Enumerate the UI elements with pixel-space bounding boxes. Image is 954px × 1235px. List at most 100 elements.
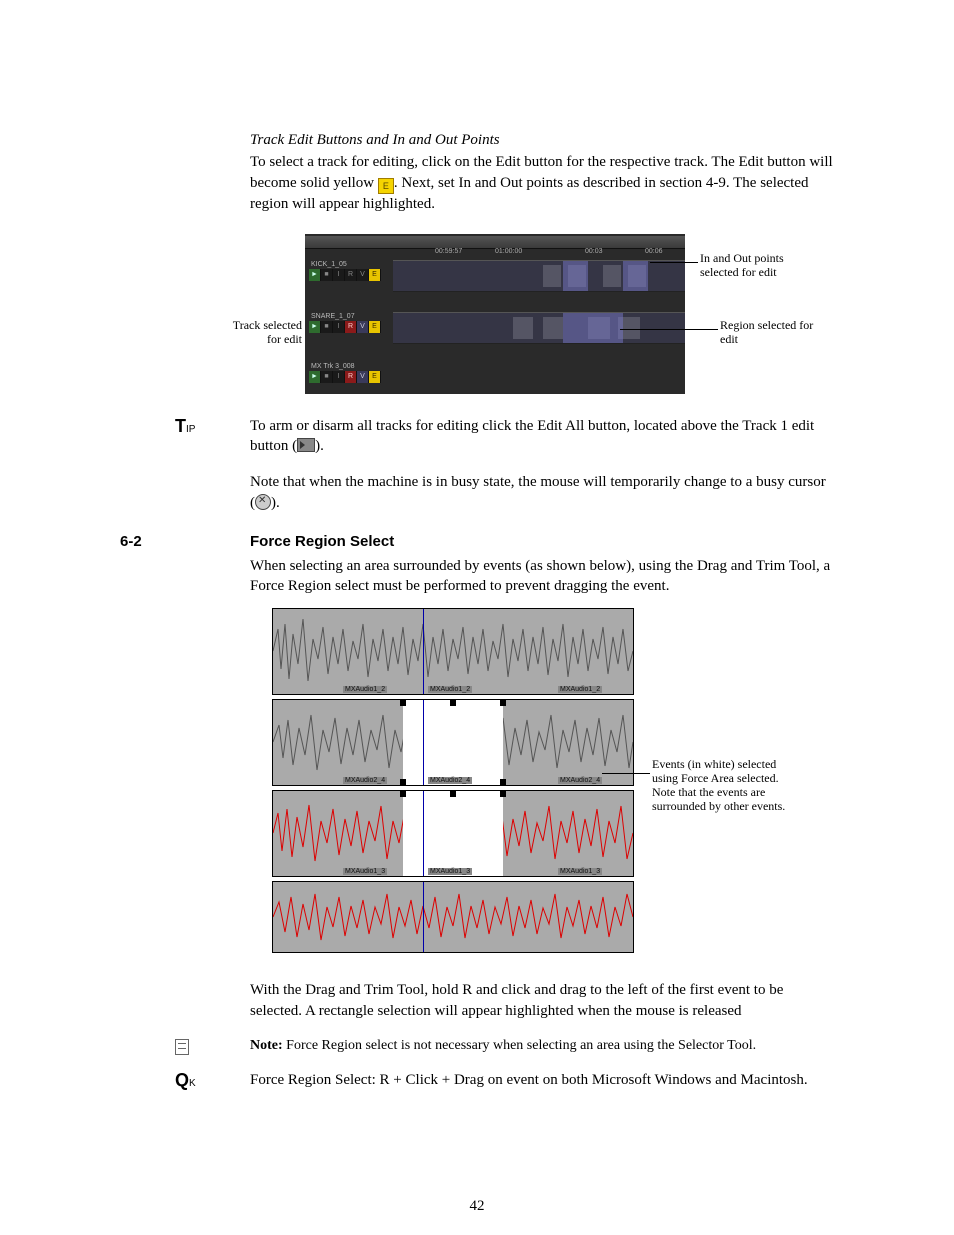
selection-handle[interactable] (400, 791, 406, 797)
selection-handle[interactable] (500, 700, 506, 706)
track-lane (393, 260, 685, 292)
track-controls: KICK_1_05 ► ■ I R V E (309, 260, 389, 280)
tip-marker: TIP (175, 416, 195, 437)
text: To arm or disarm all tracks for editing … (250, 418, 814, 454)
clip-label: MXAudio1_2 (428, 686, 472, 693)
play-icon[interactable]: ► (309, 371, 321, 383)
audio-clip (543, 317, 563, 339)
time-label: 00:06 (645, 248, 663, 255)
content-column: Track Edit Buttons and In and Out Points… (250, 130, 834, 1090)
callout-top-right: In and Out points selected for edit (700, 252, 820, 280)
clip-label: MXAudio2_4 (428, 777, 472, 784)
edit-button[interactable]: E (369, 371, 381, 383)
input-button[interactable]: I (333, 321, 345, 333)
input-button[interactable]: I (333, 371, 345, 383)
in-point-line (423, 791, 424, 876)
selected-region (563, 261, 588, 291)
subheading-track-edit: Track Edit Buttons and In and Out Points (250, 130, 834, 150)
play-icon[interactable]: ► (309, 321, 321, 333)
track-name: MX Trk 3_008 (309, 362, 389, 371)
busy-cursor-icon (255, 494, 271, 510)
time-label: 01:00:00 (495, 248, 522, 255)
track-lane (393, 312, 685, 344)
note-paragraph: Note: Force Region select is not necessa… (250, 1037, 834, 1056)
waveform-track: MXAudio2_4 MXAudio2_4 MXAudio2_4 (272, 699, 634, 786)
selection-handle[interactable] (450, 791, 456, 797)
page: Track Edit Buttons and In and Out Points… (0, 0, 954, 1235)
section-heading-row: 6-2 Force Region Select (250, 533, 834, 550)
selected-event (403, 791, 503, 876)
waveform-track (272, 881, 634, 953)
callout-line (620, 329, 718, 330)
quickkey-block: QK Force Region Select: R + Click + Drag… (250, 1070, 834, 1090)
edit-all-icon (297, 438, 315, 452)
page-number: 42 (0, 1198, 954, 1215)
note-marker (175, 1037, 189, 1058)
selected-region (563, 313, 623, 343)
track-panel: 00:59:57 01:00:00 00:03 00:06 KICK_1_05 … (305, 234, 685, 394)
edit-button[interactable]: E (369, 321, 381, 333)
selection-handle[interactable] (500, 779, 506, 785)
clip-label: MXAudio1_3 (558, 868, 602, 875)
clip-label: MXAudio1_3 (428, 868, 472, 875)
input-button[interactable]: I (333, 269, 345, 281)
stop-icon[interactable]: ■ (321, 321, 333, 333)
paragraph-drag-trim: With the Drag and Trim Tool, hold R and … (250, 980, 834, 1021)
stop-icon[interactable]: ■ (321, 371, 333, 383)
callout-line (650, 262, 698, 263)
selected-region (623, 261, 648, 291)
selection-handle[interactable] (400, 700, 406, 706)
selection-handle[interactable] (400, 779, 406, 785)
figure-force-region: MXAudio1_2 MXAudio1_2 MXAudio1_2 MXAudio… (272, 608, 812, 968)
play-icon[interactable]: ► (309, 269, 321, 281)
tip-block: TIP To arm or disarm all tracks for edit… (250, 416, 834, 457)
selected-event (403, 700, 503, 785)
callout-right: Region selected for edit (720, 319, 830, 347)
track-controls: SNARE_1_07 ► ■ I R V E (309, 312, 389, 332)
view-button[interactable]: V (357, 371, 369, 383)
in-point-line (423, 609, 424, 694)
track-name: SNARE_1_07 (309, 312, 389, 321)
record-button[interactable]: R (345, 269, 357, 281)
stop-icon[interactable]: ■ (321, 269, 333, 281)
waveform-track: MXAudio1_2 MXAudio1_2 MXAudio1_2 (272, 608, 634, 695)
view-button[interactable]: V (357, 269, 369, 281)
waveform-track: MXAudio1_3 MXAudio1_3 MXAudio1_3 (272, 790, 634, 877)
qk-sub: K (189, 1078, 196, 1089)
view-button[interactable]: V (357, 321, 369, 333)
audio-clip (603, 265, 621, 287)
in-point-line (423, 882, 424, 952)
edit-button[interactable]: E (369, 269, 381, 281)
section-number: 6-2 (120, 533, 250, 550)
edit-button-icon: E (378, 178, 394, 194)
selection-handle[interactable] (500, 791, 506, 797)
track-name: KICK_1_05 (309, 260, 389, 269)
callout-left: Track selected for edit (224, 319, 302, 347)
record-button[interactable]: R (345, 321, 357, 333)
note-icon (175, 1039, 189, 1055)
clip-label: MXAudio1_2 (343, 686, 387, 693)
note-text: Force Region select is not necessary whe… (283, 1038, 756, 1053)
text: Note that when the machine is in busy st… (250, 474, 826, 510)
busy-paragraph: Note that when the machine is in busy st… (250, 472, 834, 513)
callout-line (602, 773, 650, 774)
text: ). (315, 438, 324, 454)
selection-handle[interactable] (450, 700, 456, 706)
paragraph-select-track: To select a track for editing, click on … (250, 152, 834, 214)
figure-track-edit: 00:59:57 01:00:00 00:03 00:06 KICK_1_05 … (250, 234, 834, 404)
tip-paragraph: To arm or disarm all tracks for editing … (250, 416, 834, 457)
qk-letter: Q (175, 1070, 189, 1090)
audio-clip (513, 317, 533, 339)
tip-letter: T (175, 416, 186, 436)
note-block: Note: Force Region select is not necessa… (250, 1037, 834, 1056)
quickkey-marker: QK (175, 1070, 196, 1091)
text: ). (271, 495, 280, 511)
time-label: 00:59:57 (435, 248, 462, 255)
record-button[interactable]: R (345, 371, 357, 383)
clip-label: MXAudio1_2 (558, 686, 602, 693)
section-title: Force Region Select (250, 533, 394, 550)
clip-label: MXAudio1_3 (343, 868, 387, 875)
clip-label: MXAudio2_4 (343, 777, 387, 784)
callout-events-selected: Events (in white) selected using Force A… (652, 758, 802, 813)
track-controls: MX Trk 3_008 ► ■ I R V E (309, 362, 389, 382)
